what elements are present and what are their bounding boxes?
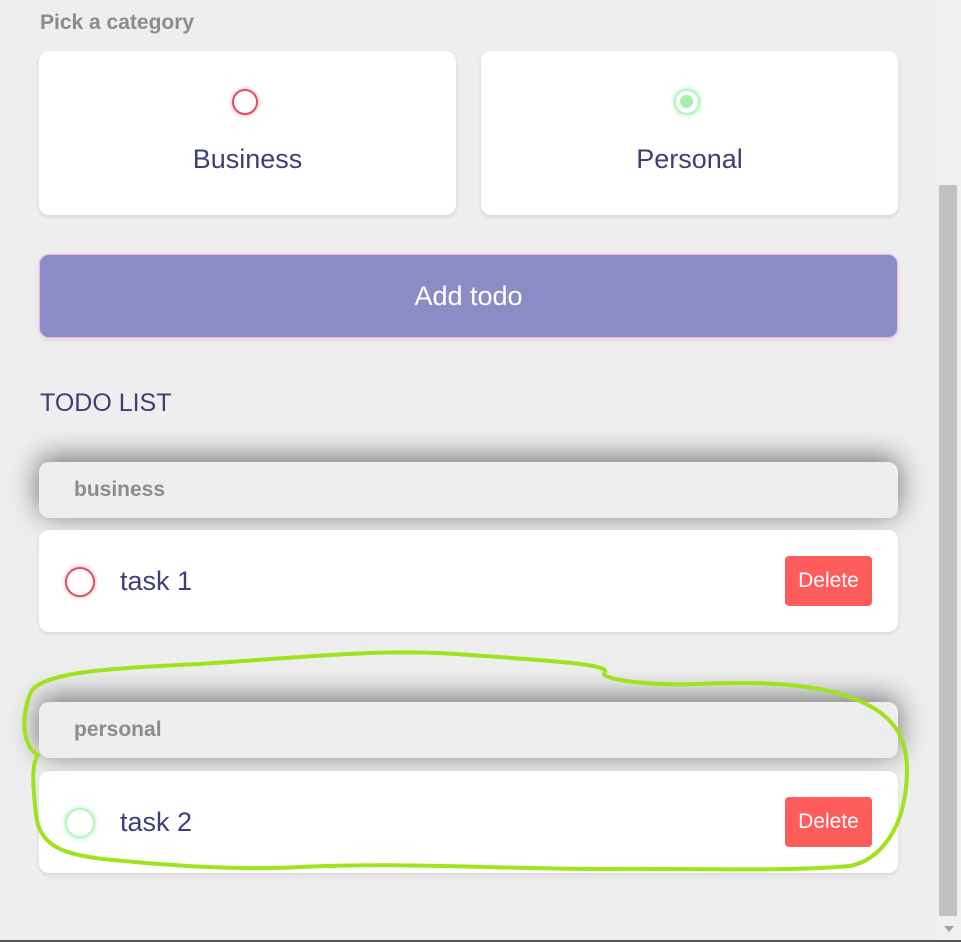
category-option-personal[interactable]: Personal: [481, 51, 898, 215]
task-check-icon[interactable]: [65, 808, 95, 838]
vertical-scrollbar[interactable]: [937, 0, 961, 942]
task-text: task 2: [120, 807, 193, 837]
todo-list-heading: TODO LIST: [40, 389, 172, 417]
todo-item: task 1 Delete: [39, 530, 898, 632]
business-radio-icon[interactable]: [232, 89, 258, 115]
todo-app: Pick a category Business Personal Add to…: [0, 0, 937, 942]
personal-radio-icon[interactable]: [674, 89, 700, 115]
delete-button[interactable]: Delete: [785, 797, 872, 847]
group-name: business: [74, 478, 166, 501]
group-name: personal: [74, 718, 162, 741]
todo-item: task 2 Delete: [39, 771, 898, 873]
group-header-personal: personal: [39, 702, 898, 758]
add-todo-button[interactable]: Add todo: [39, 254, 898, 338]
scroll-down-arrow-icon[interactable]: [944, 926, 954, 932]
category-option-label: Personal: [636, 144, 743, 174]
scrollbar-thumb[interactable]: [939, 185, 957, 916]
category-option-business[interactable]: Business: [39, 51, 456, 215]
delete-button[interactable]: Delete: [785, 556, 872, 606]
task-text: task 1: [120, 566, 193, 596]
task-check-icon[interactable]: [65, 567, 95, 597]
page: Pick a category Business Personal Add to…: [0, 0, 961, 942]
group-header-business: business: [39, 462, 898, 518]
pick-category-heading: Pick a category: [40, 11, 195, 34]
category-option-label: Business: [192, 144, 303, 174]
